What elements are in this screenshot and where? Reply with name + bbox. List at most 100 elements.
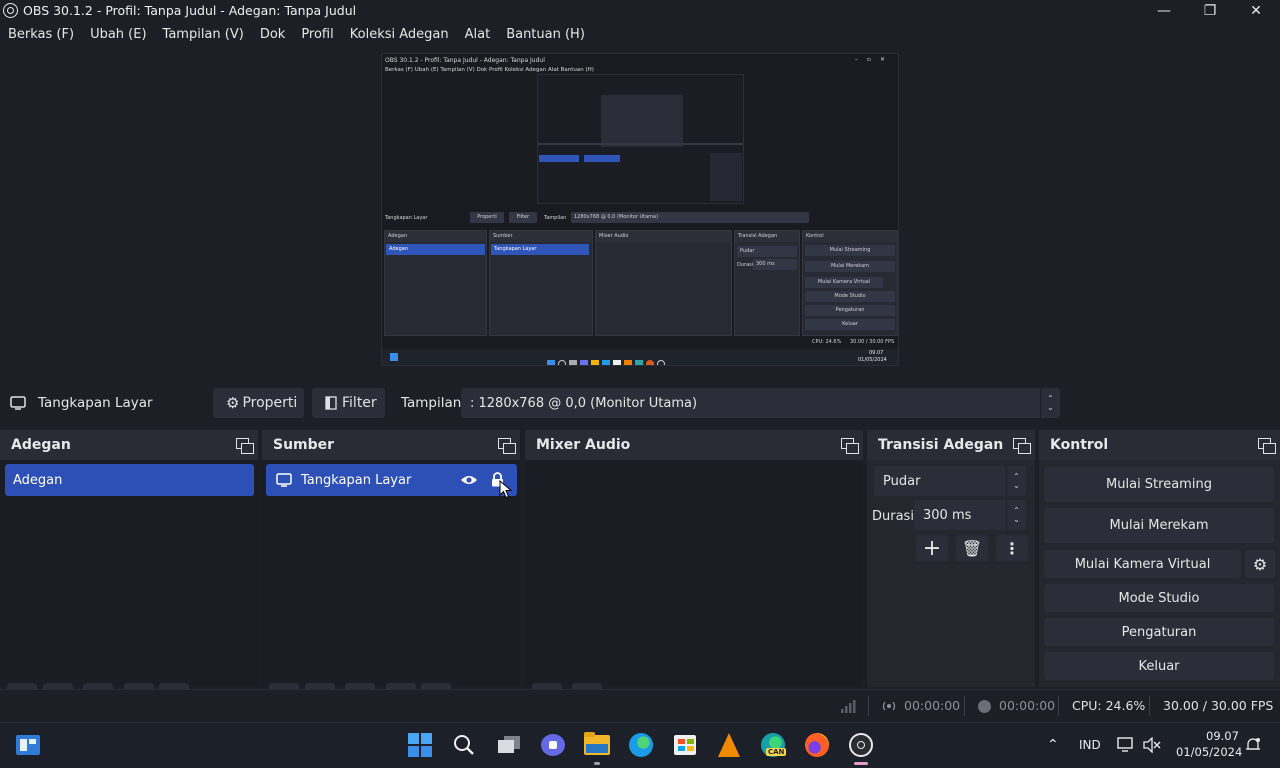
vlc-icon[interactable] — [716, 732, 742, 758]
restore-button[interactable]: ❐ — [1187, 0, 1233, 22]
display-select[interactable]: : 1280x768 @ 0,0 (Monitor Utama) ⌃ ⌄ — [461, 388, 1060, 418]
window-title: OBS 30.1.2 - Profil: Tanpa Judul - Adega… — [23, 3, 357, 18]
widgets-icon[interactable] — [15, 732, 41, 758]
language-indicator[interactable]: IND — [1079, 738, 1101, 752]
preview-controls-dock: Kontrol Mulai Streaming Mulai Merekam Mu… — [802, 230, 898, 336]
start-virtual-camera-button[interactable]: Mulai Kamera Virtual — [1044, 550, 1241, 578]
undock-icon[interactable] — [236, 438, 254, 454]
preview-fps: 30.00 / 30.00 FPS — [850, 339, 895, 345]
duration-value: 300 ms — [923, 507, 972, 523]
preview-nested-source — [584, 155, 620, 162]
filter-label: Filter — [342, 395, 377, 411]
plus-icon: + — [922, 535, 942, 561]
studio-mode-button[interactable]: Mode Studio — [1044, 584, 1274, 612]
status-separator — [1058, 696, 1059, 716]
volume-muted-icon[interactable] — [1143, 737, 1161, 753]
menu-tools[interactable]: Alat — [457, 24, 499, 46]
preview-nested-canvas — [537, 74, 744, 204]
audio-mixer-dock-title: Mixer Audio — [536, 437, 631, 453]
close-button[interactable]: ✕ — [1233, 0, 1279, 22]
preview-nested-scene — [539, 155, 579, 162]
virtual-camera-settings-button[interactable]: ⚙ — [1245, 550, 1275, 578]
add-transition-button[interactable]: + — [916, 535, 948, 561]
scene-item[interactable]: Adegan — [5, 464, 254, 496]
preview-title: OBS 30.1.2 - Profil: Tanpa Judul - Adega… — [385, 57, 545, 64]
menu-docks[interactable]: Dok — [252, 24, 294, 46]
source-item[interactable]: Tangkapan Layar — [266, 464, 517, 496]
preview-record-button: Mulai Merekam — [805, 261, 895, 272]
filter-button[interactable]: Filter — [312, 388, 385, 418]
controls-dock-title: Kontrol — [1050, 437, 1109, 453]
firefox-icon[interactable] — [804, 732, 830, 758]
preview-window-controls: –▫✕ — [854, 56, 894, 63]
notification-icon[interactable] — [1245, 737, 1261, 753]
transitions-dock: Transisi Adegan Pudar ⌃ ⌄ Durasi 300 ms ⌃… — [867, 430, 1035, 687]
edge-canary-icon[interactable]: CAN — [760, 732, 787, 758]
transition-menu-button[interactable]: ⋮ — [996, 535, 1028, 561]
obs-icon[interactable] — [848, 732, 874, 765]
preview-display-combo: 1280x768 @ 0,0 (Monitor Utama) — [571, 212, 809, 223]
undock-icon[interactable] — [498, 438, 516, 454]
preview-canvas[interactable]: OBS 30.1.2 - Profil: Tanpa Judul - Adega… — [381, 53, 899, 366]
preview-taskbar-apps — [547, 353, 697, 365]
audio-mixer-dock: Mixer Audio ⚙ ⋮ — [525, 430, 863, 711]
taskbar: CAN ⌃ IND 09.07 01/05/2024 — [0, 722, 1280, 768]
scenes-dock-title: Adegan — [11, 437, 71, 453]
task-view-icon[interactable] — [496, 732, 522, 758]
gear-icon: ⚙ — [226, 394, 240, 412]
undock-icon[interactable] — [1258, 438, 1276, 454]
transitions-dock-title: Transisi Adegan — [878, 437, 1004, 453]
start-recording-button[interactable]: Mulai Merekam — [1044, 508, 1274, 543]
clock-date[interactable]: 01/05/2024 — [1176, 745, 1242, 759]
file-explorer-icon[interactable] — [584, 732, 610, 765]
audio-mixer-dock-header: Mixer Audio — [525, 430, 863, 460]
transition-select-value: Pudar — [883, 473, 921, 489]
duration-spinbox[interactable]: 300 ms ⌃ ⌄ — [914, 500, 1026, 530]
properties-button[interactable]: ⚙ Properti — [213, 388, 304, 418]
obs-logo-icon — [3, 3, 18, 18]
search-icon[interactable] — [451, 732, 477, 758]
preview-status-bar: CPU: 24.6% 30.00 / 30.00 FPS — [382, 338, 898, 348]
source-item-label: Tangkapan Layar — [301, 472, 412, 488]
menu-file[interactable]: Berkas (F) — [0, 24, 82, 46]
remove-transition-button[interactable]: 🗑 — [956, 535, 988, 561]
undock-icon[interactable] — [841, 438, 859, 454]
menu-edit[interactable]: Ubah (E) — [82, 24, 154, 46]
scenes-dock: Adegan Adegan + 🗑 ⌃ ⌄ — [0, 430, 258, 711]
menu-scene-collection[interactable]: Koleksi Adegan — [342, 24, 457, 46]
preview-transitions-title: Transisi Adegan — [735, 231, 799, 242]
undock-icon[interactable] — [1013, 438, 1031, 454]
preview-nested-window — [601, 95, 683, 147]
record-icon — [978, 700, 991, 713]
monitor-icon — [10, 396, 26, 410]
transition-select[interactable]: Pudar ⌃ ⌄ — [874, 466, 1026, 496]
selected-source-name: Tangkapan Layar — [38, 395, 153, 411]
display-select-value: : 1280x768 @ 0,0 (Monitor Utama) — [470, 395, 698, 411]
start-icon[interactable] — [407, 732, 433, 758]
transitions-area: Pudar ⌃ ⌄ Durasi 300 ms ⌃ ⌄ + 🗑 ⋮ — [867, 460, 1035, 687]
show-hidden-icons-icon[interactable]: ⌃ — [1047, 737, 1059, 753]
preview-duration-field: 300 ms — [753, 259, 797, 270]
menu-help[interactable]: Bantuan (H) — [498, 24, 593, 46]
menu-profile[interactable]: Profil — [293, 24, 341, 46]
signal-bars-icon — [841, 700, 856, 713]
start-streaming-button[interactable]: Mulai Streaming — [1044, 467, 1274, 502]
exit-button[interactable]: Keluar — [1044, 652, 1274, 680]
preview-cpu: CPU: 24.6% — [812, 339, 842, 345]
scenes-list: Adegan + 🗑 ⌃ ⌄ — [0, 460, 258, 711]
preview-studio-button: Mode Studio — [805, 291, 895, 302]
menu-view[interactable]: Tampilan (V) — [155, 24, 252, 46]
source-toolbar: Tangkapan Layar ⚙ Properti Filter Tampil… — [0, 383, 1280, 423]
status-separator — [868, 696, 869, 716]
edge-icon[interactable] — [628, 732, 654, 758]
chat-icon[interactable] — [540, 732, 566, 758]
store-icon[interactable] — [672, 732, 698, 758]
status-separator — [964, 696, 965, 716]
clock-time[interactable]: 09.07 — [1206, 729, 1239, 743]
minimize-button[interactable]: — — [1141, 0, 1187, 22]
settings-button[interactable]: Pengaturan — [1044, 618, 1274, 646]
stream-icon — [882, 701, 896, 711]
menu-bar: Berkas (F) Ubah (E) Tampilan (V) Dok Pro… — [0, 24, 1280, 46]
eye-icon[interactable] — [460, 474, 478, 486]
network-icon[interactable] — [1117, 737, 1135, 753]
